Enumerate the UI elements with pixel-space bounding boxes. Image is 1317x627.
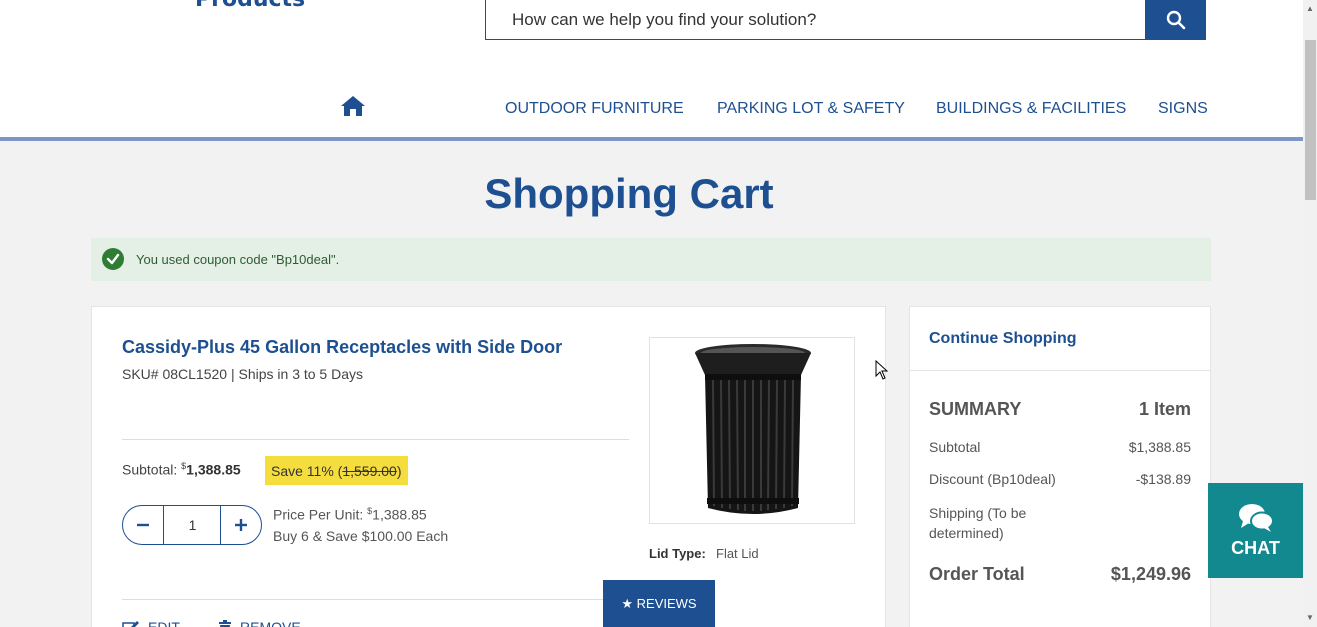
product-image[interactable]	[649, 337, 855, 524]
search-input[interactable]	[486, 0, 1146, 39]
savings-badge: Save 11% (1,559.00)	[265, 456, 408, 485]
search-button[interactable]	[1145, 0, 1206, 40]
trash-receptacle-image	[695, 344, 811, 514]
edit-icon	[122, 621, 139, 627]
summary-discount-label: Discount (Bp10deal)	[929, 471, 1056, 487]
quantity-decrease-button[interactable]	[123, 506, 163, 544]
product-title-link[interactable]: Cassidy-Plus 45 Gallon Receptacles with …	[122, 337, 562, 358]
summary-heading: SUMMARY	[929, 399, 1022, 419]
divider	[122, 439, 629, 440]
remove-label: REMOVE	[240, 619, 301, 627]
plus-icon	[235, 519, 247, 531]
scrollbar-thumb[interactable]	[1305, 40, 1316, 200]
logo-text: Products	[195, 0, 305, 12]
summary-item-count: 1 Item	[1138, 399, 1191, 419]
unit-price: Price Per Unit: $1,388.85	[273, 506, 427, 523]
check-circle-icon	[102, 248, 124, 270]
chat-bubbles-icon	[1238, 504, 1274, 532]
coupon-message: You used coupon code "Bp10deal".	[136, 252, 340, 267]
nav-parking-lot-safety[interactable]: PARKING LOT & SAFETY	[717, 100, 905, 118]
unit-price-value: 1,388.85	[372, 506, 427, 523]
item-subtotal-value: 1,388.85	[186, 461, 241, 478]
nav-outdoor-furniture[interactable]: OUTDOOR FURNITURE	[505, 100, 684, 118]
order-total-value: $1,249.96	[1110, 564, 1191, 584]
lid-type-label: Lid Type:	[649, 546, 706, 561]
search-icon	[1166, 10, 1185, 30]
remove-item-link[interactable]: REMOVE	[218, 619, 301, 627]
nav-buildings-facilities[interactable]: BUILDINGS & FACILITIES	[936, 100, 1126, 118]
scroll-up-arrow-icon[interactable]: ▲	[1303, 2, 1317, 16]
continue-shopping-link[interactable]: Continue Shopping	[929, 330, 1077, 348]
savings-close: )	[396, 462, 402, 479]
chat-button[interactable]: CHAT	[1208, 483, 1303, 578]
divider	[909, 370, 1211, 371]
chat-label: CHAT	[1231, 538, 1280, 558]
original-price: 1,559.00	[342, 462, 397, 479]
trash-icon	[219, 620, 231, 627]
summary-subtotal-label: Subtotal	[929, 439, 981, 455]
mouse-cursor-icon	[875, 360, 889, 380]
summary-shipping-label: Shipping (To be determined)	[929, 505, 1027, 541]
item-subtotal: Subtotal: $1,388.85	[122, 461, 241, 478]
home-icon[interactable]	[340, 94, 366, 118]
product-meta: SKU# 08CL1520 | Ships in 3 to 5 Days	[122, 366, 364, 382]
summary-subtotal-value: $1,388.85	[1128, 439, 1191, 455]
savings-text: Save 11% (	[271, 462, 343, 479]
quantity-increase-button[interactable]	[221, 506, 261, 544]
minus-icon	[137, 523, 149, 527]
unit-price-label: Price Per Unit:	[273, 506, 364, 523]
lid-type-value: Flat Lid	[716, 546, 759, 561]
edit-item-link[interactable]: EDIT	[122, 619, 180, 627]
nav-divider	[0, 137, 1303, 141]
item-subtotal-label: Subtotal:	[122, 461, 178, 478]
divider	[122, 599, 629, 600]
summary-discount-value: -$138.89	[1135, 471, 1191, 487]
page-title: Shopping Cart	[484, 170, 774, 217]
site-logo[interactable]: Products	[95, 0, 315, 14]
quantity-input[interactable]: 1	[164, 506, 221, 544]
search-box[interactable]	[485, 0, 1147, 40]
reviews-tab[interactable]: ★ REVIEWS	[603, 580, 715, 627]
scroll-down-arrow-icon[interactable]: ▼	[1303, 611, 1317, 625]
order-total-label: Order Total	[929, 564, 1025, 584]
bulk-offer: Buy 6 & Save $100.00 Each	[273, 528, 449, 544]
edit-label: EDIT	[148, 619, 180, 627]
quantity-stepper[interactable]: 1	[122, 505, 262, 545]
nav-signs[interactable]: SIGNS	[1158, 100, 1208, 118]
logo-mark-icon	[95, 0, 175, 12]
